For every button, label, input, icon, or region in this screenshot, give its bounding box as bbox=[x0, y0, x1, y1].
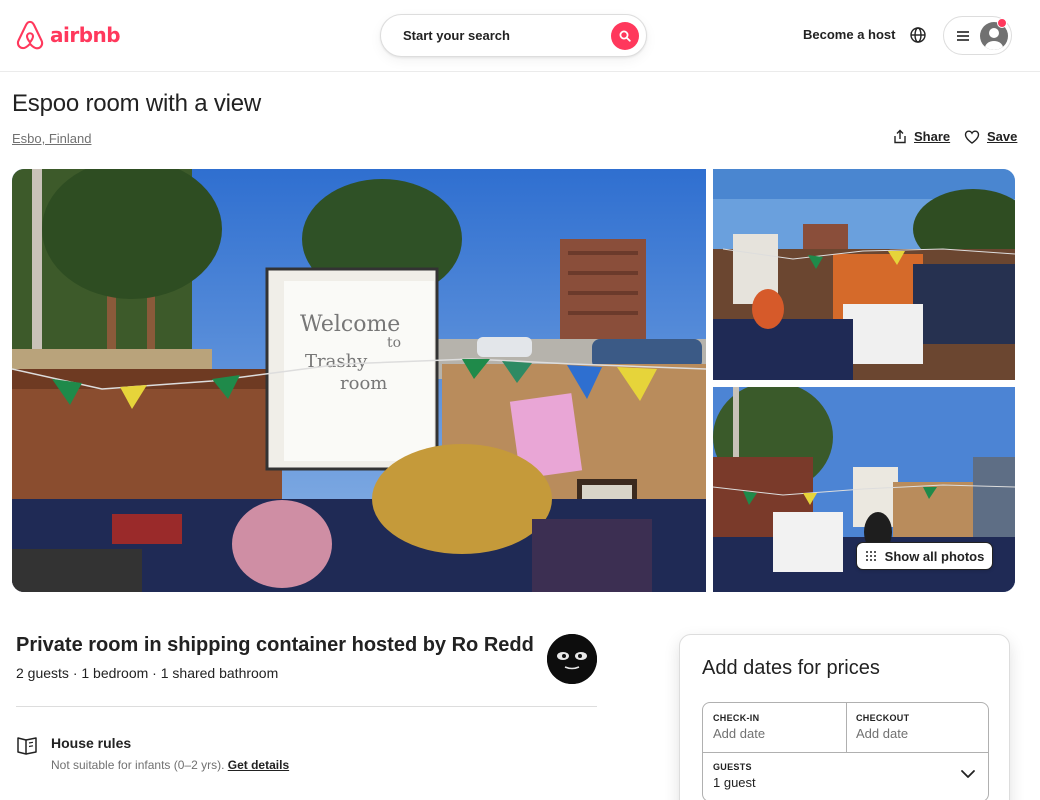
listing-title: Espoo room with a view bbox=[12, 90, 262, 117]
checkin-field[interactable]: CHECK-IN Add date bbox=[703, 703, 846, 752]
listing-heading: Private room in shipping container hoste… bbox=[16, 634, 534, 656]
menu-icon bbox=[957, 30, 969, 41]
guests-value: 1 guest bbox=[713, 775, 756, 790]
checkin-label: CHECK-IN bbox=[713, 713, 760, 723]
grid-icon bbox=[865, 551, 876, 561]
listing-details: 2 guests · 1 bedroom · 1 shared bathroom bbox=[16, 665, 279, 681]
guests-label: GUESTS bbox=[713, 762, 752, 772]
chevron-down-icon[interactable] bbox=[960, 769, 976, 779]
welcome-text-2: to bbox=[387, 335, 401, 351]
search-button[interactable] bbox=[611, 22, 639, 50]
save-label: Save bbox=[987, 129, 1018, 144]
airbnb-logo[interactable]: airbnb bbox=[16, 20, 121, 50]
welcome-text-1: Welcome bbox=[300, 312, 400, 337]
airbnb-logo-icon bbox=[16, 20, 44, 50]
welcome-text-3: Trashy bbox=[305, 351, 368, 372]
globe-icon[interactable] bbox=[909, 26, 927, 44]
search-bar[interactable]: Start your search bbox=[380, 14, 647, 57]
heart-icon bbox=[964, 129, 980, 144]
top-header: airbnb Start your search Become a host bbox=[0, 0, 1040, 72]
search-icon bbox=[619, 30, 631, 42]
notification-dot bbox=[997, 18, 1007, 28]
booking-title: Add dates for prices bbox=[702, 657, 880, 679]
photo-gallery: Welcome to Trashy room bbox=[12, 169, 1015, 592]
listing-location-link[interactable]: Esbo, Finland bbox=[12, 131, 92, 146]
share-button[interactable]: Share bbox=[893, 129, 950, 144]
checkin-value: Add date bbox=[713, 726, 766, 741]
host-avatar[interactable] bbox=[547, 634, 597, 684]
house-rules-text: Not suitable for infants (0–2 yrs). Get … bbox=[51, 758, 289, 772]
checkout-label: CHECKOUT bbox=[856, 713, 910, 723]
booking-inputs: CHECK-IN Add date CHECKOUT Add date GUES… bbox=[702, 702, 989, 800]
main-photo[interactable]: Welcome to Trashy room bbox=[12, 169, 706, 592]
checkout-value: Add date bbox=[856, 726, 909, 741]
get-details-link[interactable]: Get details bbox=[228, 758, 289, 772]
show-all-photos-button[interactable]: Show all photos bbox=[856, 542, 993, 570]
house-rules-title: House rules bbox=[51, 735, 132, 751]
welcome-text-4: room bbox=[340, 373, 387, 394]
booking-card: Add dates for prices CHECK-IN Add date C… bbox=[679, 634, 1010, 800]
become-host-link[interactable]: Become a host bbox=[803, 27, 895, 42]
share-icon bbox=[894, 129, 906, 144]
house-rules-description: Not suitable for infants (0–2 yrs). bbox=[51, 758, 225, 772]
checkout-field[interactable]: CHECKOUT Add date bbox=[846, 703, 989, 752]
section-divider bbox=[16, 706, 597, 707]
share-label: Share bbox=[914, 129, 951, 144]
search-placeholder: Start your search bbox=[403, 28, 510, 43]
secondary-photo-1[interactable] bbox=[713, 169, 1015, 380]
show-all-photos-label: Show all photos bbox=[884, 548, 985, 564]
house-rules-icon bbox=[17, 737, 37, 755]
guests-field[interactable]: GUESTS 1 guest bbox=[703, 752, 988, 800]
save-button[interactable]: Save bbox=[964, 129, 1017, 144]
brand-name: airbnb bbox=[50, 23, 121, 47]
